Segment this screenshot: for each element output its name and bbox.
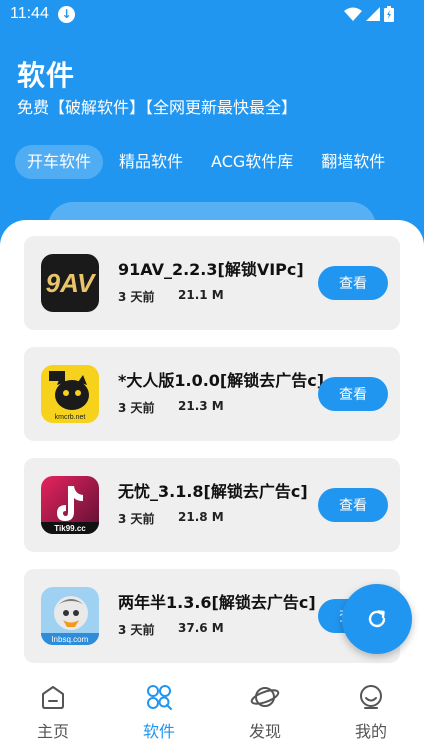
home-icon [40, 684, 66, 714]
nav-software[interactable]: 软件 [106, 672, 212, 754]
view-button[interactable]: 查看 [318, 266, 388, 300]
app-updated-time: 3 天前 [118, 512, 155, 526]
app-card[interactable]: Tik99.cc 无忧_3.1.8[解锁去广告c] 3 天前 21.8 M 查看 [24, 458, 400, 552]
apps-icon [146, 684, 172, 714]
status-bar: 11:44 ↓ [0, 0, 424, 30]
nav-label: 软件 [142, 722, 175, 741]
app-name: *大人版1.0.0[解锁去广告c] [118, 371, 325, 390]
view-button[interactable]: 查看 [318, 377, 388, 411]
status-icons [344, 6, 394, 22]
planet-icon [250, 684, 280, 714]
profile-icon [358, 684, 384, 714]
app-updated-time: 3 天前 [118, 623, 155, 637]
refresh-icon [368, 610, 386, 628]
tab-acg-software[interactable]: ACG软件库 [199, 145, 305, 179]
app-card[interactable]: 9AV 91AV_2.2.3[解锁VIPc] 3 天前 21.1 M 查看 [24, 236, 400, 330]
app-size: 21.8 M [178, 510, 224, 524]
app-icon-91av: 9AV [41, 254, 99, 312]
bottom-nav: 主页 软件 发现 我的 [0, 672, 424, 754]
battery-icon [384, 6, 394, 22]
app-size: 21.1 M [178, 288, 224, 302]
app-name: 两年半1.3.6[解锁去广告c] [118, 593, 316, 612]
app-icon-label: lnbsq.com [52, 635, 89, 644]
nav-label: 主页 [36, 722, 69, 741]
nav-label: 发现 [248, 722, 281, 741]
download-icon: ↓ [58, 6, 75, 23]
nav-home[interactable]: 主页 [0, 672, 106, 754]
app-icon-label: kmcrb.net [55, 414, 86, 421]
app-size: 37.6 M [178, 621, 224, 635]
app-icon-adult-version: kmcrb.net [41, 365, 99, 423]
category-tabs: 开车软件 精品软件 ACG软件库 翻墙软件 [15, 144, 401, 180]
tab-vpn-software[interactable]: 翻墙软件 [309, 145, 397, 179]
wifi-icon [344, 7, 362, 21]
app-size: 21.3 M [178, 399, 224, 413]
app-icon-label: 9AV [46, 268, 97, 298]
signal-icon [366, 7, 380, 21]
app-updated-time: 3 天前 [118, 290, 155, 304]
page-subtitle: 免费【破解软件】【全网更新最快最全】 [17, 98, 298, 117]
app-icon-two-and-half-years: lnbsq.com [41, 587, 99, 645]
nav-profile[interactable]: 我的 [318, 672, 424, 754]
page-title: 软件 [17, 59, 76, 92]
app-card[interactable]: kmcrb.net *大人版1.0.0[解锁去广告c] 3 天前 21.3 M … [24, 347, 400, 441]
tab-premium-software[interactable]: 精品软件 [107, 145, 195, 179]
refresh-button[interactable] [342, 584, 412, 654]
tab-driving-software[interactable]: 开车软件 [15, 145, 104, 179]
status-time: 11:44 [10, 5, 49, 22]
view-button[interactable]: 查看 [318, 488, 388, 522]
nav-label: 我的 [354, 722, 387, 741]
app-updated-time: 3 天前 [118, 401, 155, 415]
app-name: 无忧_3.1.8[解锁去广告c] [118, 482, 308, 501]
app-icon-label: Tik99.cc [54, 524, 86, 533]
app-name: 91AV_2.2.3[解锁VIPc] [118, 260, 304, 279]
app-icon-wuyou: Tik99.cc [41, 476, 99, 534]
nav-discover[interactable]: 发现 [212, 672, 318, 754]
